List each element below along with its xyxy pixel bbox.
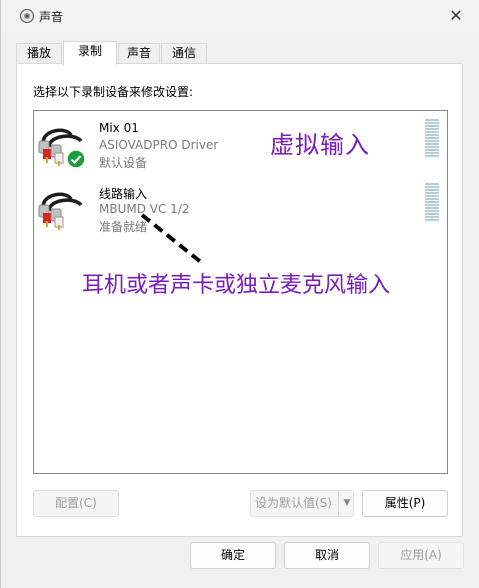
instruction-label: 选择以下录制设备来修改设置:	[33, 85, 194, 99]
rca-cable-icon	[38, 192, 83, 230]
title-bar: 声音 ✕	[1, 0, 479, 32]
set-default-label: 设为默认值(S)	[255, 496, 332, 510]
properties-button[interactable]: 属性(P)	[362, 490, 448, 517]
device-list[interactable]: Mix 01 ASIOVADPRO Driver 默认设备 虚拟输入 线路输入 …	[33, 110, 448, 474]
set-default-button[interactable]: 设为默认值(S) ▼	[250, 490, 354, 517]
tab-communications[interactable]: 通信	[161, 43, 207, 64]
close-button[interactable]: ✕	[446, 6, 466, 26]
level-meter	[425, 183, 439, 222]
annotation-arrow	[140, 213, 204, 265]
default-check-icon	[66, 149, 86, 169]
speaker-icon	[19, 8, 35, 24]
window-title: 声音	[39, 10, 64, 24]
level-meter	[425, 119, 439, 158]
recording-panel: 选择以下录制设备来修改设置: Mix 01 ASIOVADPRO Driver …	[16, 63, 463, 537]
cancel-button[interactable]: 取消	[284, 542, 370, 569]
device-name: 线路输入	[99, 187, 148, 201]
device-status: 默认设备	[99, 156, 148, 170]
annotation-virtual-input: 虚拟输入	[270, 131, 370, 159]
device-name: Mix 01	[99, 121, 139, 135]
tab-playback[interactable]: 播放	[16, 43, 62, 64]
annotation-hardware-input: 耳机或者声卡或独立麦克风输入	[82, 273, 391, 298]
ok-button[interactable]: 确定	[190, 542, 276, 569]
device-item-mix01[interactable]: Mix 01 ASIOVADPRO Driver 默认设备 虚拟输入	[34, 111, 447, 175]
device-driver: ASIOVADPRO Driver	[99, 138, 219, 152]
sound-dialog: 声音 ✕ 播放 录制 声音 通信 选择以下录制设备来修改设置: Mix 01 A…	[0, 0, 479, 588]
tab-sounds[interactable]: 声音	[118, 43, 160, 64]
tab-recording[interactable]: 录制	[63, 41, 117, 65]
device-item-line-in[interactable]: 线路输入 MBUMD VC 1/2 准备就绪	[34, 175, 447, 239]
apply-button[interactable]: 应用(A)	[378, 542, 464, 569]
chevron-down-icon[interactable]: ▼	[338, 491, 355, 516]
configure-button[interactable]: 配置(C)	[33, 490, 119, 517]
